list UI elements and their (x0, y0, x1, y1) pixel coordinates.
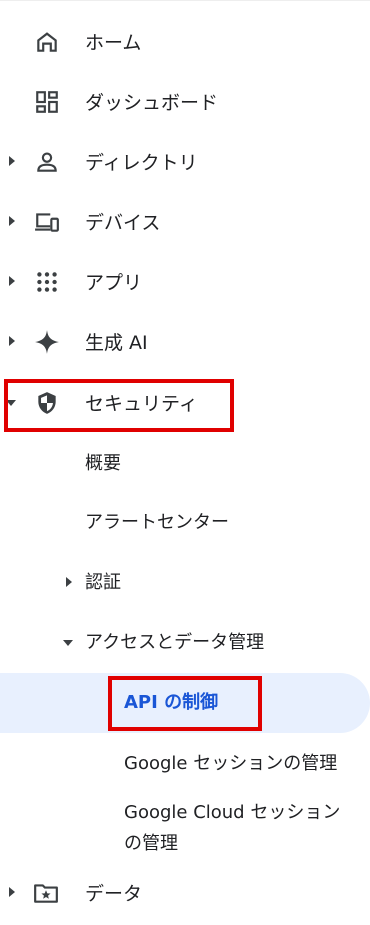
top-divider (0, 0, 370, 1)
nav-label-devices: デバイス (85, 212, 161, 234)
nav-label-google-session-control: Google セッションの管理 (124, 753, 338, 774)
nav-label-home: ホーム (85, 32, 142, 54)
expand-genai-icon[interactable] (9, 336, 15, 346)
nav-label-data: データ (85, 883, 143, 905)
home-icon (34, 29, 60, 55)
expand-directory-icon[interactable] (9, 156, 15, 166)
security-label-authentication: 認証 (85, 572, 121, 593)
nav-label-google-cloud-session-line2: の管理 (124, 833, 178, 854)
apps-grid-icon (34, 269, 60, 295)
api-controls-highlight-box (108, 676, 262, 731)
nav-label-genai: 生成 AI (85, 332, 148, 354)
devices-icon (34, 209, 60, 235)
security-highlight-box (4, 379, 234, 432)
nav-label-dashboard: ダッシュボード (85, 92, 219, 114)
expand-apps-icon[interactable] (9, 276, 15, 286)
nav-label-apps: アプリ (85, 272, 143, 294)
admin-sidebar: ホーム ダッシュボード ディレクトリ デバイス アプリ 生成 AI セキュリティ… (0, 0, 370, 925)
expand-devices-icon[interactable] (9, 216, 15, 226)
security-label-alert-center: アラートセンター (85, 512, 229, 533)
expand-data-icon[interactable] (9, 887, 15, 897)
security-item-overview[interactable] (0, 440, 370, 488)
security-item-authentication[interactable] (0, 558, 370, 606)
security-label-access-data-control: アクセスとデータ管理 (85, 632, 265, 653)
expand-authentication-icon[interactable] (66, 577, 72, 587)
nav-label-directory: ディレクトリ (85, 152, 198, 174)
folder-star-icon (33, 880, 59, 906)
security-label-overview: 概要 (85, 453, 121, 474)
nav-label-google-cloud-session-line1: Google Cloud セッション (124, 802, 341, 823)
sparkle-icon (34, 329, 60, 355)
dashboard-icon (34, 89, 60, 115)
person-icon (34, 149, 60, 175)
collapse-access-data-control-icon[interactable] (63, 640, 73, 646)
